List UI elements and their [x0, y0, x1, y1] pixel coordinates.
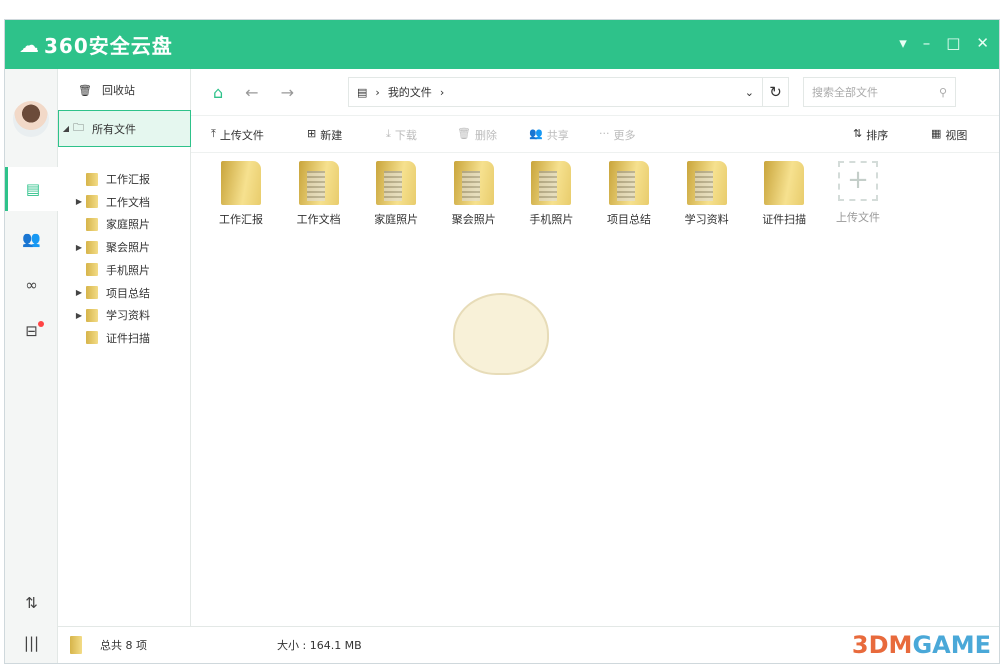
- folder-icon: [86, 241, 98, 254]
- folder-item[interactable]: 工作汇报: [206, 161, 276, 227]
- tree-item[interactable]: ▶项目总结: [58, 282, 191, 304]
- view-button[interactable]: ▦视图: [931, 127, 967, 143]
- transfer-icon[interactable]: ⇅: [5, 581, 58, 625]
- folder-icon: [86, 309, 98, 322]
- folder-item[interactable]: 手机照片: [516, 161, 586, 227]
- shared-folder-icon: [299, 161, 339, 205]
- notification-dot: [38, 321, 44, 327]
- maximize-button[interactable]: □: [946, 34, 960, 52]
- chevron-down-icon[interactable]: ⌄: [745, 86, 754, 99]
- folder-icon: [86, 195, 98, 208]
- folder-icon: [86, 218, 98, 231]
- back-icon[interactable]: ←: [245, 83, 258, 102]
- trash-icon: 🗑: [78, 84, 92, 97]
- delete-button[interactable]: 🗑删除: [457, 127, 497, 143]
- new-folder-icon: ⊞: [307, 127, 316, 143]
- refresh-button[interactable]: ↻: [762, 78, 788, 106]
- download-button[interactable]: ⤓下载: [386, 127, 417, 143]
- toolbox-icon[interactable]: ⊟: [5, 309, 58, 353]
- upload-icon: ⤒: [211, 127, 216, 143]
- share-users-icon: 👥: [529, 127, 543, 143]
- folder-icon: [376, 161, 416, 205]
- search-input[interactable]: 搜索全部文件⚲: [803, 77, 956, 107]
- more-icon: ···: [599, 127, 610, 143]
- main-panel: ⌂ ← → ▤› 我的文件› ⌄ ↻ 搜索全部文件⚲ ⤒上传文件 ⊞新建 ⤓下载…: [191, 69, 999, 626]
- path-bar[interactable]: ▤› 我的文件› ⌄ ↻: [348, 77, 789, 107]
- folder-icon: [687, 161, 727, 205]
- folder-item[interactable]: 家庭照片: [361, 161, 431, 227]
- nav-bar: ⌂ ← → ▤› 我的文件› ⌄ ↻ 搜索全部文件⚲: [191, 69, 999, 116]
- trash-icon: 🗑: [457, 127, 471, 143]
- folder-icon: [86, 286, 98, 299]
- shared-folder-icon: [609, 161, 649, 205]
- home-icon[interactable]: ⌂: [213, 83, 223, 102]
- avatar[interactable]: [13, 101, 49, 137]
- folder-icon: [221, 161, 261, 205]
- tree-item[interactable]: 手机照片: [58, 259, 191, 281]
- share-icon[interactable]: ∞: [5, 263, 58, 307]
- folder-item[interactable]: 项目总结: [594, 161, 664, 227]
- app-logo: ☁360安全云盘: [19, 30, 173, 59]
- menu-icon[interactable]: |||: [5, 621, 58, 665]
- document-icon: ▤: [357, 86, 367, 99]
- tree-item[interactable]: 工作汇报: [58, 168, 191, 190]
- folder-icon: [531, 161, 571, 205]
- folder-item[interactable]: 工作文档: [284, 161, 354, 227]
- expand-arrow-icon[interactable]: ▶: [72, 311, 86, 320]
- folder-icon: [70, 636, 82, 654]
- expand-arrow-icon[interactable]: ▶: [72, 197, 86, 206]
- files-icon[interactable]: ▤: [5, 167, 58, 211]
- folder-icon: [764, 161, 804, 205]
- contacts-icon[interactable]: 👥: [5, 217, 58, 261]
- icon-sidebar: ▤ 👥 ∞ ⊟ ⇅ |||: [5, 69, 58, 663]
- folder-icon: [86, 331, 98, 344]
- share-button[interactable]: 👥共享: [529, 127, 569, 143]
- close-button[interactable]: ✕: [976, 34, 989, 52]
- tree-recycle-bin[interactable]: 🗑回收站: [58, 79, 191, 101]
- more-button[interactable]: ···更多: [599, 127, 636, 143]
- tree-item[interactable]: 证件扫描: [58, 327, 191, 349]
- tree-item[interactable]: ▶学习资料: [58, 304, 191, 326]
- cloud-icon: ☁: [19, 33, 40, 57]
- folder-item[interactable]: 学习资料: [672, 161, 742, 227]
- minimize-button[interactable]: –: [923, 34, 931, 52]
- mascot-illustration: [453, 293, 549, 375]
- download-icon: ⤓: [386, 127, 391, 143]
- expand-arrow-icon[interactable]: ▶: [72, 243, 86, 252]
- breadcrumb-my-files[interactable]: 我的文件: [388, 84, 432, 100]
- folder-icon: [454, 161, 494, 205]
- sort-icon: ⇅: [853, 127, 862, 143]
- grid-view-icon: ▦: [931, 127, 941, 143]
- tree-all-files[interactable]: ◢🗀所有文件: [58, 110, 191, 147]
- folder-item[interactable]: 聚会照片: [439, 161, 509, 227]
- folder-tree: 🗑回收站 ◢🗀所有文件 工作汇报▶工作文档家庭照片▶聚会照片手机照片▶项目总结▶…: [58, 69, 191, 626]
- search-icon[interactable]: ⚲: [939, 86, 947, 99]
- sort-button[interactable]: ⇅排序: [853, 127, 888, 143]
- folder-icon: [86, 173, 98, 186]
- expand-arrow-icon[interactable]: ▶: [72, 288, 86, 297]
- new-button[interactable]: ⊞新建: [307, 127, 342, 143]
- collapse-icon[interactable]: ◢: [59, 124, 73, 133]
- watermark-logo: 3DMGAME: [852, 631, 991, 659]
- dropdown-menu-icon[interactable]: ▾: [899, 34, 907, 52]
- upload-tile[interactable]: +上传文件: [823, 161, 893, 225]
- tree-item[interactable]: ▶聚会照片: [58, 236, 191, 258]
- folder-item[interactable]: 证件扫描: [749, 161, 819, 227]
- upload-button[interactable]: ⤒上传文件: [211, 127, 264, 143]
- folder-icon: [86, 263, 98, 276]
- tree-item[interactable]: 家庭照片: [58, 213, 191, 235]
- plus-icon: +: [838, 161, 878, 201]
- folder-outline-icon: 🗀: [73, 119, 84, 138]
- app-window: ☁360安全云盘 ▾ – □ ✕ ▤ 👥 ∞ ⊟ ⇅ ||| 🗑回收站 ◢🗀所有…: [4, 19, 1000, 664]
- status-bar: 总共 8 项 大小 : 164.1 MB 3DMGAME: [58, 626, 999, 663]
- tree-item[interactable]: ▶工作文档: [58, 191, 191, 213]
- title-bar: ☁360安全云盘 ▾ – □ ✕: [5, 20, 999, 69]
- forward-icon[interactable]: →: [281, 83, 294, 102]
- toolbar: ⤒上传文件 ⊞新建 ⤓下载 🗑删除 👥共享 ···更多 ⇅排序 ▦视图: [191, 116, 999, 153]
